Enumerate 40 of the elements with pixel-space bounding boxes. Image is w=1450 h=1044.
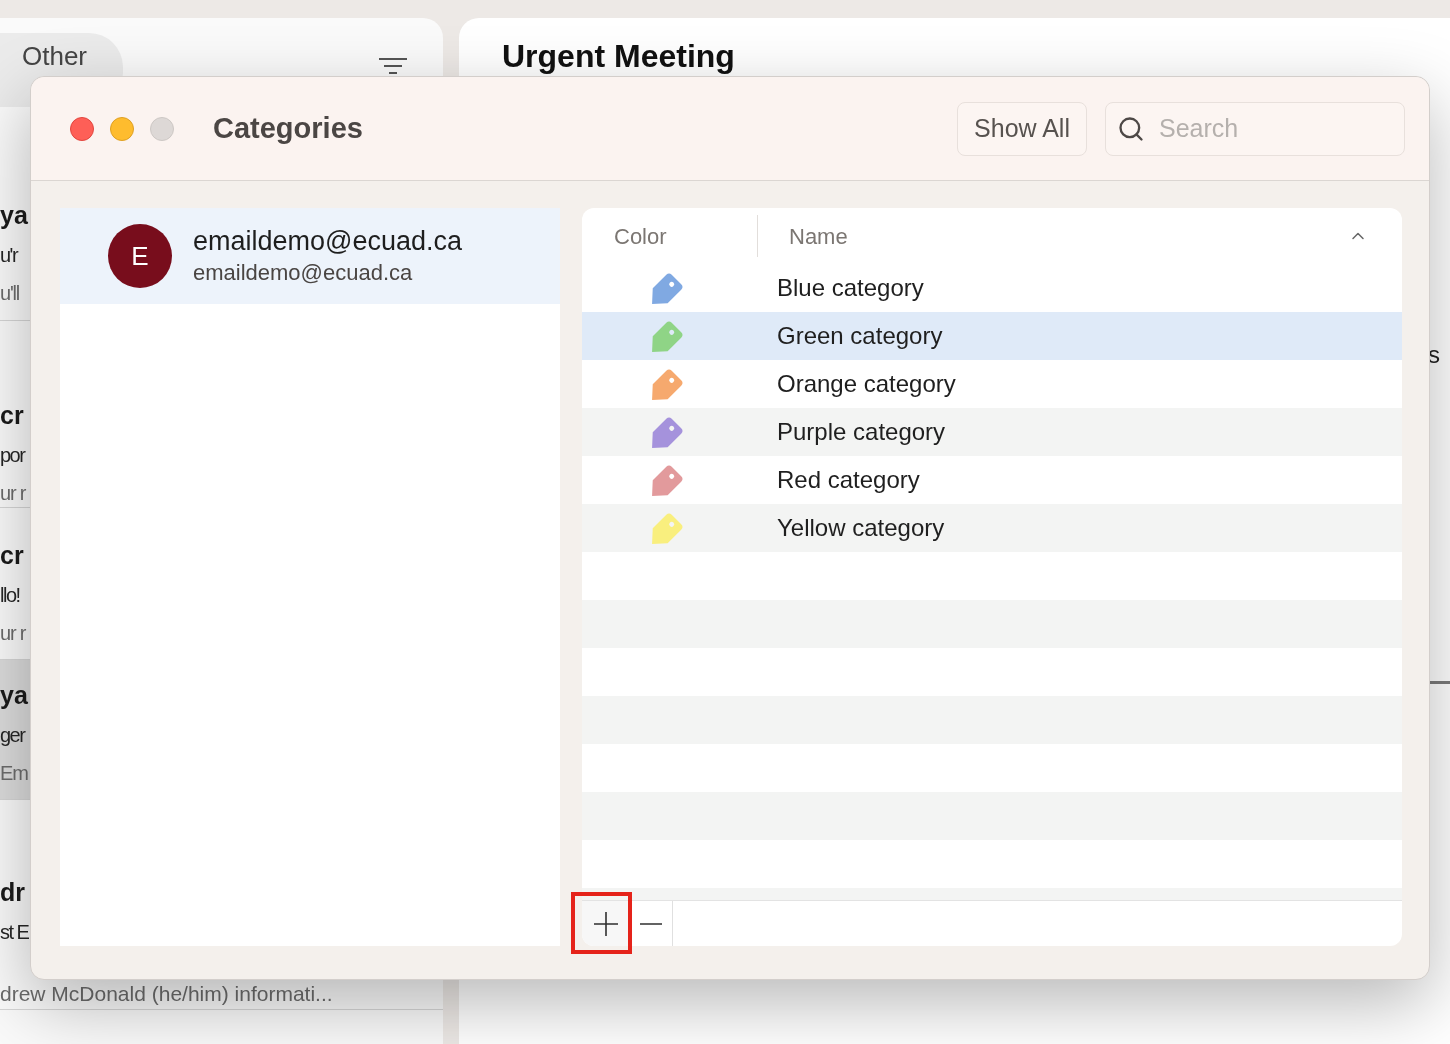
sender-name: ya [0,200,28,231]
account-name: emaildemo@ecuad.ca [193,224,463,258]
sender-name: cr [0,400,24,431]
category-name: Blue category [777,273,924,303]
message-preview: ur r [0,621,26,646]
avatar: E [108,224,172,288]
message-subject: ger [0,723,25,748]
column-header[interactable]: Color [582,208,757,264]
table-row[interactable]: Yellow category [582,504,1402,552]
message-subject: por [0,443,25,468]
category-name: Red category [777,465,920,495]
message-title: Urgent Meeting [502,38,735,74]
account-item[interactable]: E emaildemo@ecuad.ca emaildemo@ecuad.ca [60,208,560,304]
table-row[interactable]: Green category [582,312,1402,360]
category-name: Green category [777,321,943,351]
plus-icon [594,911,618,936]
sender-name: cr [0,540,24,571]
filter-icon[interactable] [379,58,407,74]
message-subject: st E [0,920,29,945]
account-address: emaildemo@ecuad.ca [193,258,413,287]
add-button[interactable] [582,901,630,946]
show-all-button[interactable]: Show All [957,101,1087,156]
window-title: Categories [213,110,363,146]
message-preview: drew McDonald (he/him) informati... [0,983,333,1005]
message-preview: u'll [0,281,20,306]
table-row[interactable]: Purple category [582,408,1402,456]
sender-name: ya [0,680,28,711]
category-name: Orange category [777,369,956,399]
category-name: Yellow category [777,513,945,543]
message-preview: Em [0,761,28,786]
sender-name: dr [0,877,25,908]
message-subject: u'r [0,243,18,268]
search-field[interactable]: Search [1105,101,1405,156]
search-icon [1117,114,1145,143]
message-subject: llo! [0,583,20,608]
category-name: Purple category [777,417,946,447]
minus-icon [640,922,662,925]
close-button[interactable] [70,116,94,141]
column-header[interactable]: Name [758,208,1402,264]
message-preview: ur r [0,481,26,506]
